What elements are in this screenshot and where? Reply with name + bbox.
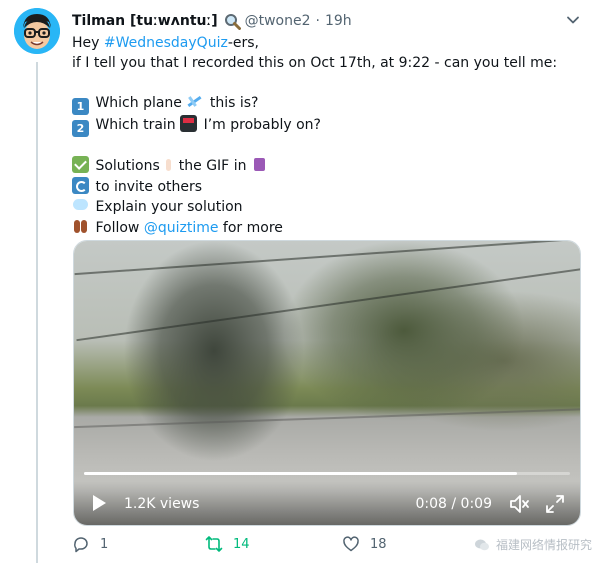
separator: ·: [315, 13, 320, 29]
reply-button[interactable]: 1: [72, 535, 108, 553]
text-segment: Follow: [95, 219, 144, 236]
volume-muted-icon[interactable]: [508, 493, 530, 515]
instruction-invite: to invite others: [72, 176, 577, 198]
plane-icon: [186, 93, 203, 110]
instruction-explain: Explain your solution: [72, 197, 577, 218]
display-name[interactable]: Tilman [tuːwʌntuː]: [72, 13, 218, 29]
handle[interactable]: @twone2: [245, 13, 311, 29]
text-segment: the GIF in: [178, 158, 247, 174]
train-icon: [180, 114, 198, 132]
text-segment: Solutions: [95, 158, 160, 174]
keycap-2-icon: 2: [72, 119, 89, 137]
retweet-icon: [205, 536, 223, 552]
text-segment: Which train: [95, 116, 181, 133]
text-segment: to invite others: [95, 178, 203, 195]
watermark: 福建网络情报研究: [474, 536, 592, 553]
avatar[interactable]: [14, 8, 60, 54]
text-segment: this is?: [205, 94, 259, 111]
retweet-button[interactable]: 14: [205, 535, 250, 553]
pointing-hand-icon: [160, 156, 177, 173]
cycle-icon: [72, 176, 89, 194]
check-icon: [72, 156, 89, 173]
avatar-cartoon-icon: [14, 8, 60, 54]
spool-icon: [251, 156, 268, 173]
hashtag-link[interactable]: #WednesdayQuiz: [104, 35, 228, 51]
retweet-count: 14: [233, 536, 250, 552]
tweet-header: Tilman [tuːwʌntuː] @twone2 · 19h: [72, 10, 582, 32]
reply-icon: [74, 537, 88, 553]
watermark-text: 福建网络情报研究: [495, 538, 592, 552]
like-button[interactable]: 18: [342, 535, 387, 553]
question-2: 2 Which train I’m probably on?: [72, 114, 577, 137]
line-greeting: Hey #WednesdayQuiz-ers,: [72, 34, 577, 54]
play-icon[interactable]: [90, 494, 108, 512]
text-segment: Which plane: [95, 94, 187, 111]
like-count: 18: [370, 536, 387, 552]
fullscreen-icon[interactable]: [544, 493, 566, 515]
footprints-icon: [72, 218, 89, 235]
line-intro: if I tell you that I recorded this on Oc…: [72, 54, 558, 71]
instruction-solutions: Solutions the GIF in: [72, 156, 577, 177]
heart-icon: [343, 536, 359, 552]
tweet-text: Hey #WednesdayQuiz-ers, if I tell you th…: [72, 34, 577, 238]
thread-line: [36, 62, 38, 563]
text-segment: -ers,: [227, 35, 259, 51]
timestamp[interactable]: 19h: [325, 13, 352, 29]
wechat-icon: [474, 539, 489, 550]
instruction-follow: Follow @quiztime for more: [72, 218, 577, 239]
video-controls: 1.2K views 0:08 / 0:09: [74, 481, 580, 525]
reply-count: 1: [100, 536, 109, 552]
mention-link[interactable]: @quiztime: [144, 220, 219, 236]
text-segment: for more: [218, 219, 283, 236]
text-segment: Explain your solution: [95, 199, 243, 215]
keycap-1-icon: 1: [72, 97, 89, 115]
text-segment: I’m probably on?: [199, 116, 321, 133]
search-icon: [224, 13, 241, 30]
question-1: 1 Which plane this is?: [72, 93, 577, 115]
text-segment: Hey: [72, 35, 104, 51]
video-progress-fill: [84, 472, 517, 475]
view-count: 1.2K views: [124, 496, 200, 512]
video-progress-bar[interactable]: [84, 472, 570, 475]
video-time: 0:08 / 0:09: [415, 496, 493, 512]
video-player[interactable]: 1.2K views 0:08 / 0:09: [73, 240, 581, 526]
speech-bubble-icon: [72, 197, 89, 214]
more-options-chevron-icon[interactable]: [566, 12, 580, 26]
